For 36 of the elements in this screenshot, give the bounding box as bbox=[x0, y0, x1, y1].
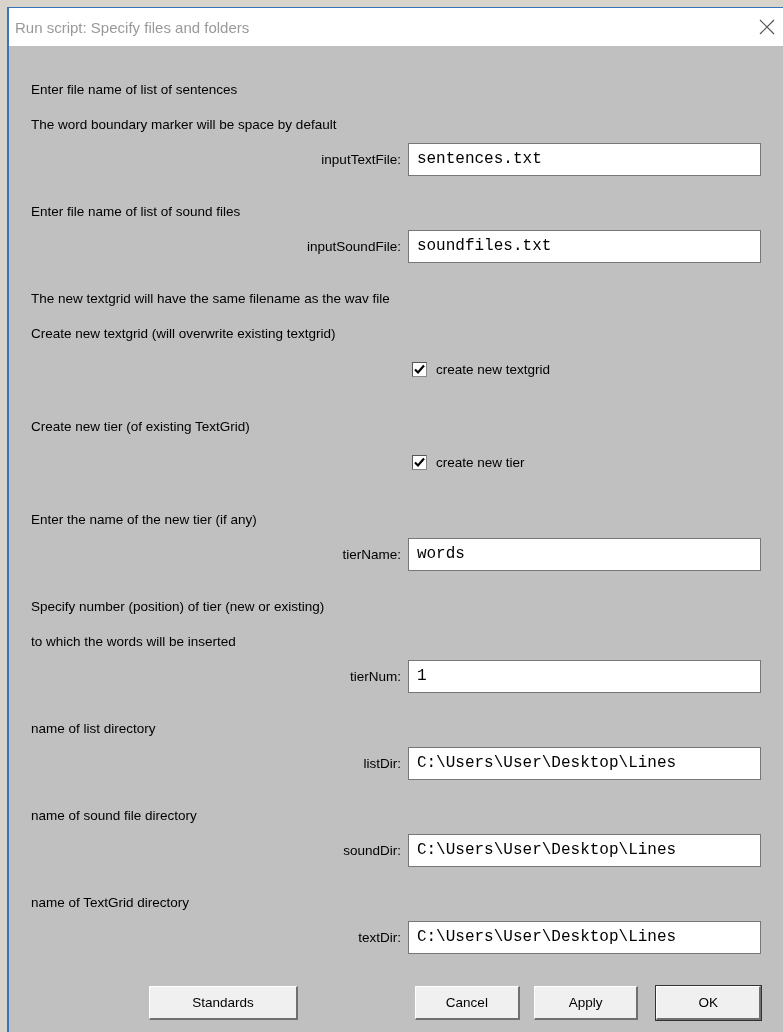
text-field[interactable]: C:\Users\User\Desktop\Lines bbox=[407, 746, 761, 780]
checkbox-label: create new textgrid bbox=[436, 361, 551, 377]
prompt-text: name of sound file directory bbox=[31, 808, 197, 823]
dialog-button[interactable]: Apply bbox=[533, 986, 639, 1020]
field-label: inputSoundFile: bbox=[306, 238, 402, 254]
prompt-text: to which the words will be inserted bbox=[31, 634, 236, 649]
prompt-text: Enter file name of list of sentences bbox=[31, 82, 238, 97]
text-field[interactable]: C:\Users\User\Desktop\Lines bbox=[407, 833, 761, 867]
prompt-text: Enter the name of the new tier (if any) bbox=[31, 512, 257, 527]
text-field[interactable]: words bbox=[407, 537, 761, 571]
field-label: inputTextFile: bbox=[320, 151, 402, 167]
text-field[interactable]: sentences.txt bbox=[407, 142, 761, 176]
field-label: textDir: bbox=[357, 929, 402, 945]
dialog-button[interactable]: OK bbox=[656, 986, 761, 1020]
prompt-text: Create new tier (of existing TextGrid) bbox=[31, 419, 250, 434]
field-label: tierNum: bbox=[348, 668, 402, 684]
checkbox[interactable] bbox=[412, 361, 427, 377]
text-field[interactable]: soundfiles.txt bbox=[407, 229, 761, 263]
checkbox[interactable] bbox=[412, 454, 427, 470]
prompt-text: The new textgrid will have the same filename as the wav file bbox=[31, 291, 390, 306]
prompt-text: Specify number (position) of tier (new or existing) bbox=[31, 599, 325, 614]
dialog-button[interactable]: Standards bbox=[149, 986, 299, 1020]
text-field[interactable]: C:\Users\User\Desktop\Lines bbox=[407, 920, 761, 954]
prompt-text: The word boundary marker will be space by default bbox=[31, 117, 337, 132]
field-label: soundDir: bbox=[342, 842, 402, 858]
prompt-text: Enter file name of list of sound files bbox=[31, 204, 241, 219]
close-icon[interactable] bbox=[759, 19, 775, 35]
text-field[interactable]: 1 bbox=[407, 659, 761, 693]
prompt-text: Create new textgrid (will overwrite existing textgrid) bbox=[31, 326, 336, 341]
prompt-text: name of list directory bbox=[31, 721, 156, 736]
field-label: listDir: bbox=[362, 755, 402, 771]
prompt-text: name of TextGrid directory bbox=[31, 895, 190, 910]
checkbox-label: create new tier bbox=[436, 454, 525, 470]
dialog-button[interactable]: Cancel bbox=[415, 986, 520, 1020]
window-title: Run script: Specify files and folders bbox=[15, 18, 250, 36]
field-label: tierName: bbox=[341, 546, 402, 562]
